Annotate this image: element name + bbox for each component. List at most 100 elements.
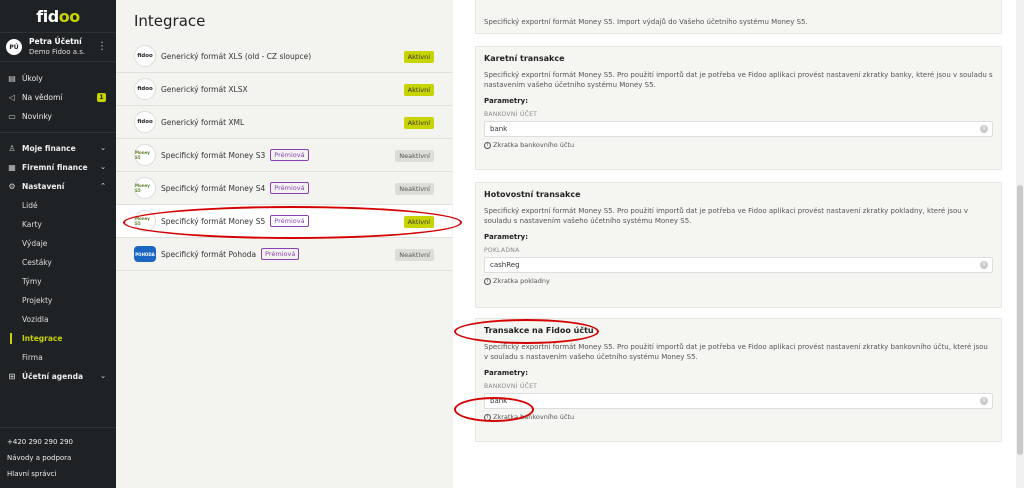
sidebar-item-label: Novinky <box>22 112 52 121</box>
logo-accent: oo <box>58 6 80 26</box>
avatar: PÚ <box>6 39 22 55</box>
card-title: Hotovostní transakce <box>484 190 581 199</box>
user-icon: ♙ <box>8 144 16 153</box>
field-hint: i Zkratka bankovního účtu <box>484 413 993 421</box>
sidebar-item-cestaky[interactable]: Cestáky <box>0 253 116 272</box>
user-company: Demo Fidoo a.s. <box>29 48 86 56</box>
fidoo-logo-icon: fidoo <box>134 111 156 133</box>
field-label: BANKOVNÍ ÚČET <box>484 111 538 118</box>
divider <box>0 132 116 133</box>
chevron-down-icon: ⌄ <box>100 163 106 171</box>
more-vertical-icon[interactable]: ⋮ <box>97 42 107 52</box>
field-hint: i Zkratka pokladny <box>484 277 993 285</box>
integration-row-xml[interactable]: fidoo Generický formát XML Aktivní <box>116 106 452 139</box>
integration-row-xls[interactable]: fidoo Generický formát XLS (old - CZ slo… <box>116 40 452 73</box>
params-label: Parametry: <box>484 233 529 241</box>
status-badge: Aktivní <box>403 84 434 96</box>
annotation-ellipse-bank-field <box>454 397 534 422</box>
inbox-icon: ▭ <box>8 112 16 121</box>
sidebar-item-karty[interactable]: Karty <box>0 215 116 234</box>
clear-icon[interactable]: × <box>980 125 988 133</box>
fidoo-logo-icon: fidoo <box>134 45 156 67</box>
overview-description: Specifický exportní formát Money S5. Imp… <box>484 18 808 26</box>
integrations-panel: Integrace fidoo Generický formát XLS (ol… <box>116 0 452 488</box>
scrollbar[interactable] <box>1016 0 1024 488</box>
chevron-down-icon: ⌄ <box>100 372 106 380</box>
sidebar-group-label: Moje finance <box>22 144 76 153</box>
sidebar-item-novinky[interactable]: ▭ Novinky <box>0 107 116 126</box>
status-badge: Neaktivní <box>395 249 434 261</box>
cash-transactions-card: Hotovostní transakce Specifický exportní… <box>475 182 1002 308</box>
fidoo-logo-icon: fidoo <box>134 78 156 100</box>
premium-badge: Prémiová <box>270 149 309 161</box>
sidebar-item-tymy[interactable]: Týmy <box>0 272 116 291</box>
clear-icon[interactable]: × <box>980 261 988 269</box>
integration-row-money-s3[interactable]: Money S5 Specifický formát Money S3 Prém… <box>116 139 452 172</box>
premium-badge: Prémiová <box>270 182 309 194</box>
card-description: Specifický exportní formát Money S5. Pro… <box>484 343 988 361</box>
fidoo-bank-account-input[interactable]: bank × <box>484 393 993 409</box>
integration-name: Generický formát XML <box>161 117 245 127</box>
megaphone-icon: ◁ <box>8 93 16 102</box>
status-badge: Neaktivní <box>395 183 434 195</box>
params-label: Parametry: <box>484 369 529 377</box>
sidebar-item-label: Úkoly <box>22 74 43 83</box>
fidoo-logo[interactable]: fid oo <box>0 0 116 32</box>
field-hint: i Zkratka bankovního účtu <box>484 141 993 149</box>
hint-text: Zkratka pokladny <box>493 277 550 285</box>
bank-account-input[interactable]: bank × <box>484 121 993 137</box>
calculator-icon: ⊞ <box>8 372 16 381</box>
scrollbar-thumb[interactable] <box>1017 185 1023 455</box>
sidebar-group-nastaveni[interactable]: ⚙ Nastavení ⌃ <box>0 177 116 196</box>
admins-link[interactable]: Hlavní správci <box>0 466 116 482</box>
checklist-icon: ▤ <box>8 74 16 83</box>
integration-name: Specifický formát Pohoda <box>161 249 257 259</box>
info-icon: i <box>484 277 491 285</box>
building-icon: ▦ <box>8 163 16 172</box>
info-icon: i <box>484 141 491 149</box>
notification-badge: 1 <box>97 93 106 102</box>
integration-row-money-s4[interactable]: Money S5 Specifický formát Money S4 Prém… <box>116 172 452 205</box>
sidebar-group-ucetni-agenda[interactable]: ⊞ Účetní agenda ⌄ <box>0 367 116 386</box>
sidebar-group-moje-finance[interactable]: ♙ Moje finance ⌄ <box>0 139 116 158</box>
sidebar-item-ukoly[interactable]: ▤ Úkoly <box>0 69 116 88</box>
chevron-down-icon: ⌄ <box>100 144 106 152</box>
pohoda-logo-icon: POHODA <box>134 246 156 262</box>
field-label: BANKOVNÍ ÚČET <box>484 383 538 390</box>
params-label: Parametry: <box>484 97 529 105</box>
card-transactions-card: Karetní transakce Specifický exportní fo… <box>475 46 1002 170</box>
sidebar-item-projekty[interactable]: Projekty <box>0 291 116 310</box>
field-value: cashReg <box>490 261 520 269</box>
premium-badge: Prémiová <box>261 248 300 260</box>
money-logo-icon: Money S5 <box>134 177 156 199</box>
integration-row-pohoda[interactable]: POHODA Specifický formát Pohoda Prémiová… <box>116 238 452 271</box>
sidebar-item-firma[interactable]: Firma <box>0 348 116 367</box>
integration-name: Generický formát XLSX <box>161 84 248 94</box>
integration-name: Specifický formát Money S3 <box>161 150 266 160</box>
sidebar-item-na-vedomi[interactable]: ◁ Na vědomí 1 <box>0 88 116 107</box>
card-title: Karetní transakce <box>484 54 565 63</box>
hint-text: Zkratka bankovního účtu <box>493 141 575 149</box>
overview-card: Specifický exportní formát Money S5. Imp… <box>475 0 1002 34</box>
help-link[interactable]: Návody a podpora <box>0 450 116 466</box>
card-description: Specifický exportní formát Money S5. Pro… <box>484 207 969 225</box>
chevron-up-icon: ⌃ <box>100 182 106 190</box>
user-profile[interactable]: PÚ Petra Účetní Demo Fidoo a.s. ⋮ <box>0 32 116 62</box>
sidebar-item-label: Na vědomí <box>22 93 63 102</box>
integration-detail-panel: Specifický exportní formát Money S5. Imp… <box>453 0 1016 488</box>
logo-text: fid <box>36 6 59 26</box>
field-label: POKLADNA <box>484 247 520 254</box>
cash-register-input[interactable]: cashReg × <box>484 257 993 273</box>
gear-icon: ⚙ <box>8 182 16 191</box>
support-phone-link[interactable]: +420 290 290 290 <box>0 434 116 450</box>
sidebar-item-vozidla[interactable]: Vozidla <box>0 310 116 329</box>
sidebar-group-firemni-finance[interactable]: ▦ Firemní finance ⌄ <box>0 158 116 177</box>
sidebar-item-lide[interactable]: Lidé <box>0 196 116 215</box>
integration-row-xlsx[interactable]: fidoo Generický formát XLSX Aktivní <box>116 73 452 106</box>
user-name: Petra Účetní <box>29 37 82 46</box>
sidebar-item-vydaje[interactable]: Výdaje <box>0 234 116 253</box>
sidebar-group-label: Účetní agenda <box>22 372 84 381</box>
card-description: Specifický exportní formát Money S5. Pro… <box>484 71 993 89</box>
sidebar-item-integrace[interactable]: Integrace <box>0 329 116 348</box>
clear-icon[interactable]: × <box>980 397 988 405</box>
